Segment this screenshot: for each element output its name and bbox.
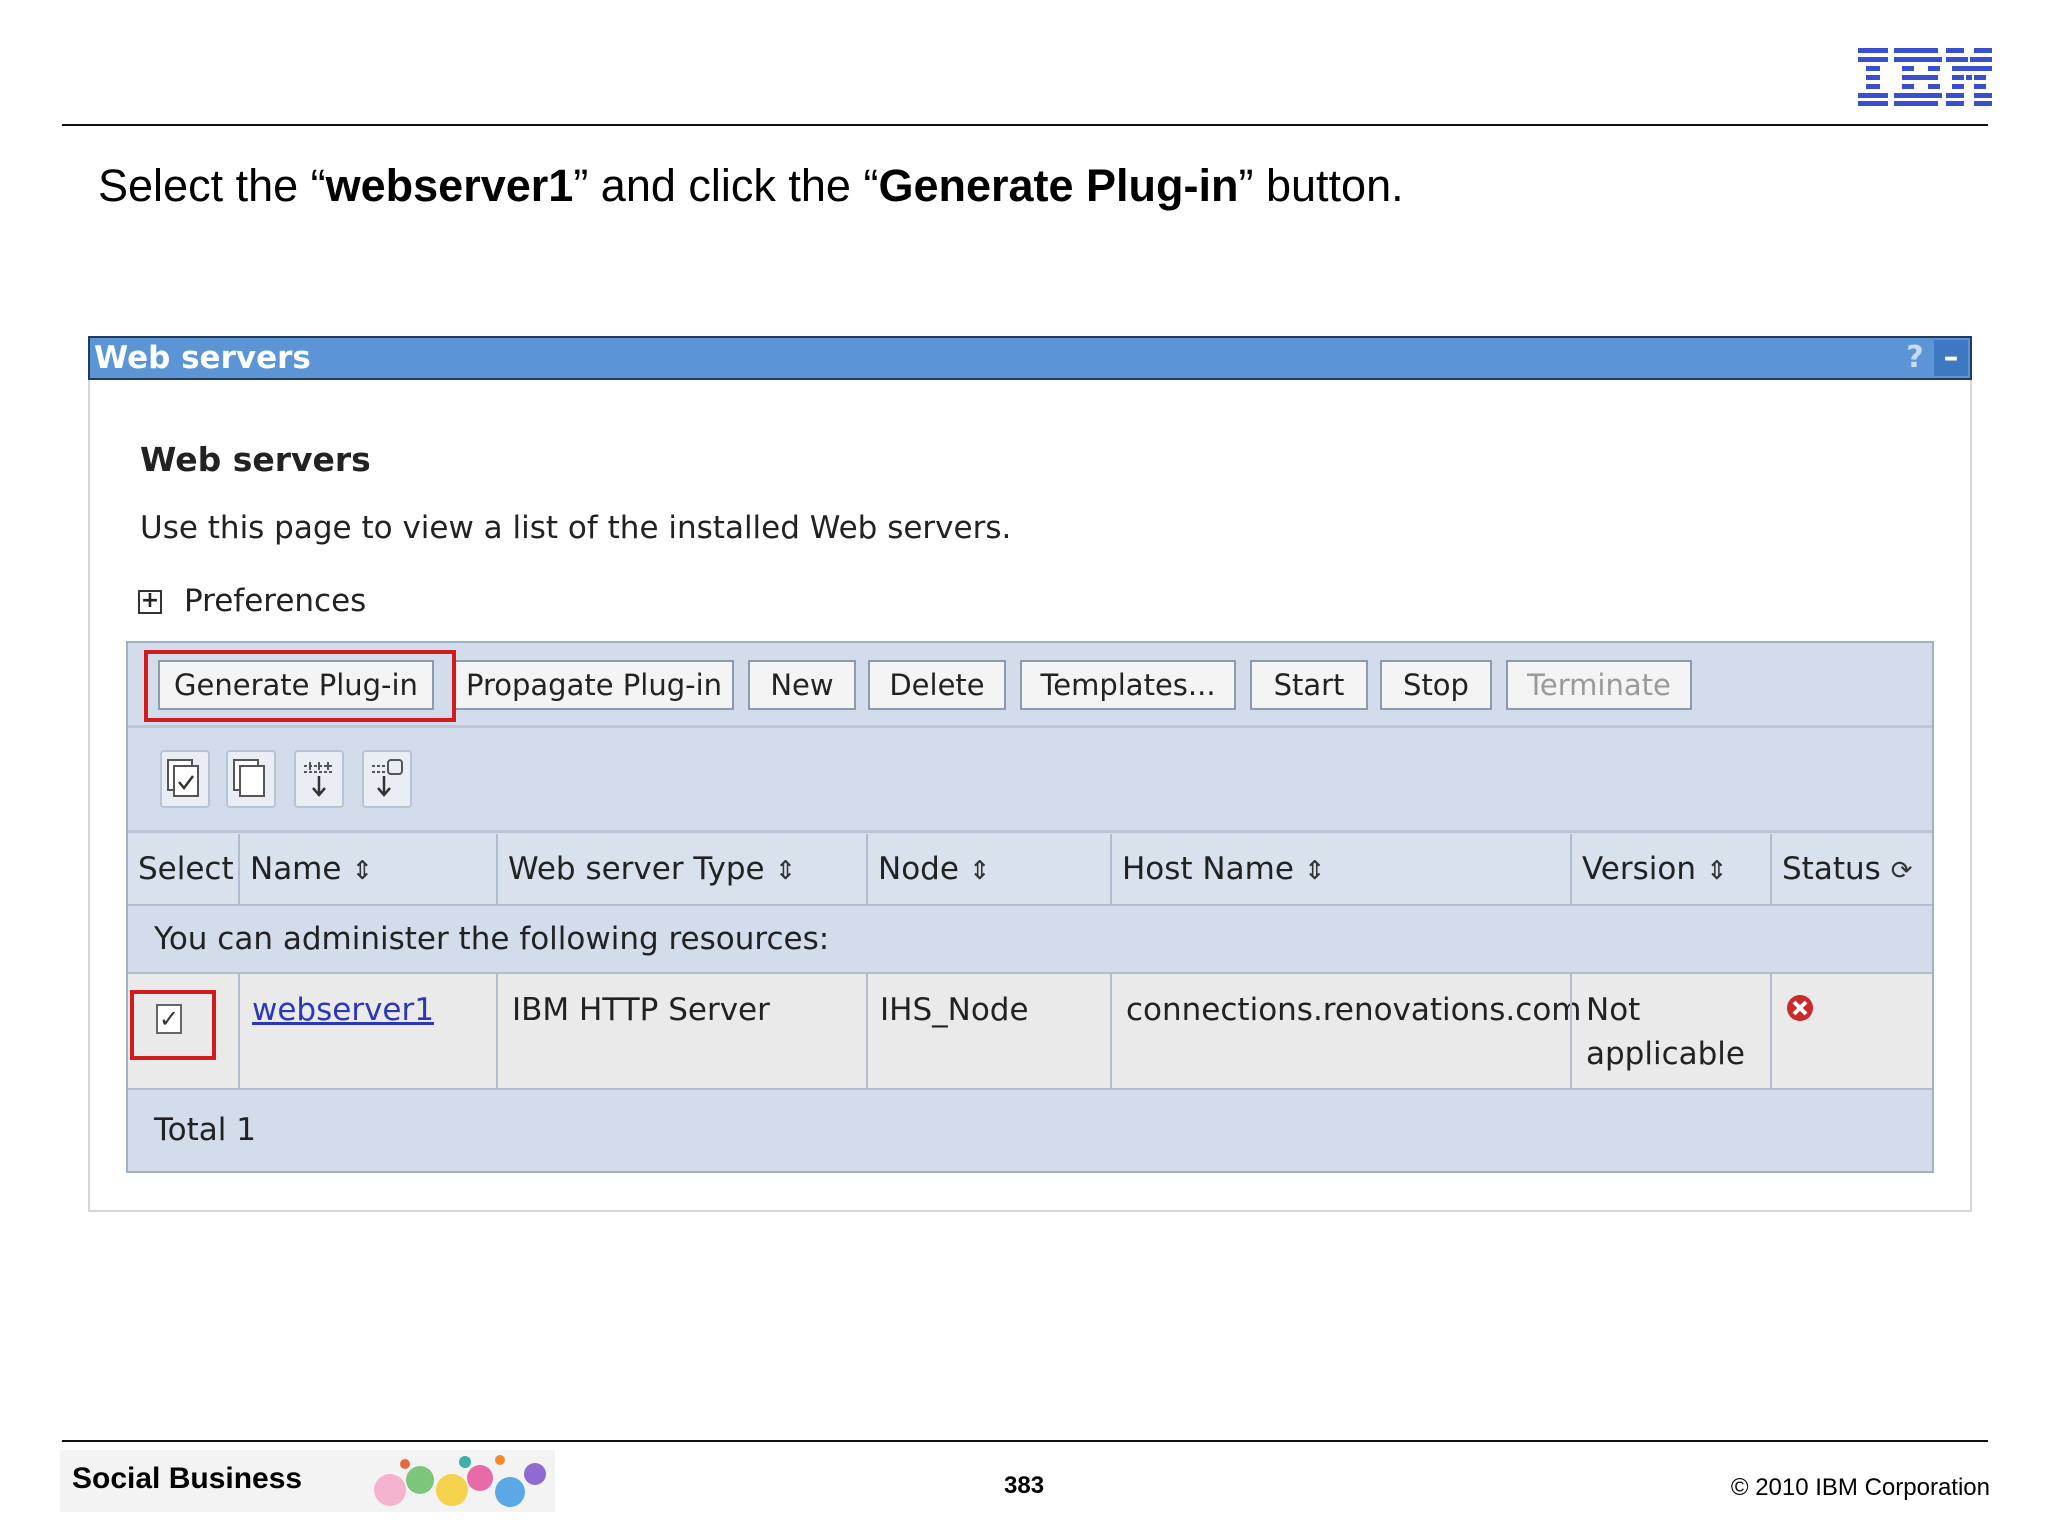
delete-button[interactable]: Delete [868,660,1006,710]
column-header-name[interactable]: Name ⇕ [240,834,496,904]
instruction-bold-generate: Generate Plug-in [878,160,1239,211]
column-header-label: Status [1782,851,1881,887]
header-separator [128,830,1932,833]
portlet-title-bar: Web servers ? – [88,336,1972,380]
column-divider [238,974,240,1088]
show-filter-icon[interactable] [294,750,344,808]
webserver-link[interactable]: webserver1 [252,988,434,1032]
instruction-bold-webserver: webserver1 [325,160,574,211]
sort-icon[interactable]: ⇕ [351,836,373,906]
column-header-version[interactable]: Version ⇕ [1572,834,1770,904]
instruction-part: Select the “ [98,160,326,211]
social-business-logo: Social Business [60,1450,555,1512]
refresh-icon[interactable]: ⟳ [1891,836,1913,906]
webserver-version: Not applicable [1586,988,1745,1076]
webserver-node: IHS_Node [880,992,1029,1028]
instruction-text: Select the “webserver1” and click the “G… [98,160,1404,212]
resources-row: You can administer the following resourc… [128,906,1932,972]
stopped-x-icon [1787,995,1813,1021]
page-description: Use this page to view a list of the inst… [140,510,1012,546]
deselect-all-icon[interactable] [226,750,276,808]
column-divider [496,974,498,1088]
column-header-label: Web server Type [508,851,765,887]
column-divider [496,834,498,904]
column-divider [1110,974,1112,1088]
sort-icon[interactable]: ⇕ [1706,836,1728,906]
terminate-button: Terminate [1506,660,1692,710]
plus-box-icon[interactable]: + [138,590,162,614]
column-header-label: Version [1582,851,1696,887]
sort-icon[interactable]: ⇕ [1304,836,1326,906]
templates-button[interactable]: Templates... [1020,660,1236,710]
help-icon[interactable]: ? [1898,340,1932,376]
webserver-type: IBM HTTP Server [512,992,770,1028]
column-divider [866,974,868,1088]
propagate-plugin-button[interactable]: Propagate Plug-in [454,660,734,710]
instruction-part: ” button. [1238,160,1404,211]
ibm-logo [1858,48,1992,106]
column-divider [1570,834,1572,904]
page-title: Web servers [140,440,371,479]
portlet-title: Web servers [94,340,311,376]
clear-filter-icon[interactable] [362,750,412,808]
select-all-icon[interactable] [160,750,210,808]
sort-icon[interactable]: ⇕ [969,836,991,906]
total-row: Total 1 [128,1090,1932,1170]
highlight-generate-plugin [144,650,456,722]
highlight-checkbox [130,990,216,1060]
column-header-node[interactable]: Node ⇕ [868,834,1110,904]
start-button[interactable]: Start [1250,660,1368,710]
sort-icon[interactable]: ⇕ [775,836,797,906]
column-header-label: Node [878,851,959,887]
footer-rule [62,1440,1988,1442]
column-divider [1770,974,1772,1088]
column-header-status[interactable]: Status ⟳ [1772,834,1932,904]
webserver-host: connections.renovations.com [1126,992,1582,1028]
version-line: Not [1586,992,1641,1028]
column-divider [866,834,868,904]
column-header-label: Name [250,851,342,887]
column-divider [238,834,240,904]
column-header-label: Select [138,851,234,887]
column-header-type[interactable]: Web server Type ⇕ [498,834,866,904]
preferences-link[interactable]: Preferences [184,583,366,619]
column-divider [1110,834,1112,904]
version-line: applicable [1586,1036,1745,1072]
column-header-host[interactable]: Host Name ⇕ [1112,834,1570,904]
instruction-part: ” and click the “ [573,160,879,211]
copyright: © 2010 IBM Corporation [1730,1474,1990,1501]
column-header-select[interactable]: Select [128,834,238,904]
column-divider [1570,974,1572,1088]
header-rule [62,124,1988,126]
footer-brand: Social Business [72,1462,303,1495]
column-divider [1770,834,1772,904]
stop-button[interactable]: Stop [1380,660,1492,710]
minimize-icon[interactable]: – [1934,340,1968,376]
page-number: 383 [1004,1472,1045,1499]
column-header-label: Host Name [1122,851,1294,887]
new-button[interactable]: New [748,660,856,710]
